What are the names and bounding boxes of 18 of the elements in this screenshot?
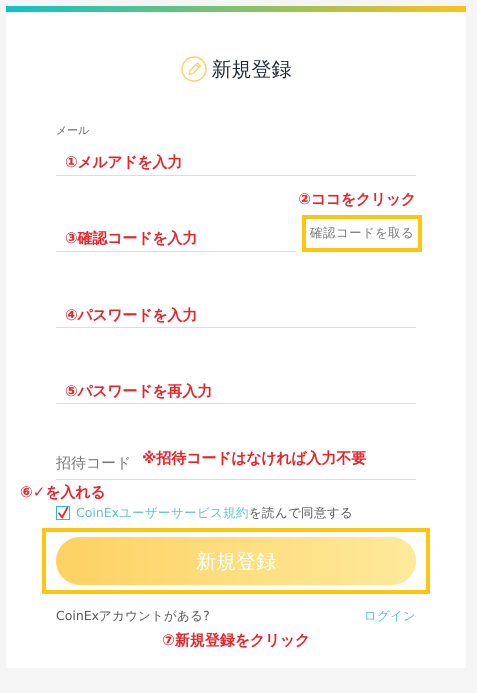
- account-question: CoinExアカウントがある?: [56, 608, 210, 625]
- field-label: メール: [56, 124, 90, 138]
- annotation-text: ⑤パスワードを再入力: [65, 382, 213, 400]
- annotation-text: ⑥✓を入れる: [20, 483, 106, 501]
- annotation-text: ⑦新規登録をクリック: [162, 631, 310, 649]
- pencil-icon: [180, 56, 206, 82]
- annotation-text: ②ココをクリック: [298, 190, 416, 208]
- login-link[interactable]: ログイン: [364, 608, 416, 625]
- page-title: 新規登録: [212, 56, 292, 82]
- annotation-text: ①メルアドを入力: [65, 153, 183, 171]
- get-code-button[interactable]: 確認コードを取る: [302, 215, 422, 252]
- annotation-text: ※招待コードはなければ入力不要: [142, 449, 367, 467]
- annotation-text: ④パスワードを入力: [65, 306, 198, 324]
- agreement-text: CoinExユーザーサービス規約を読んで同意する: [76, 504, 354, 522]
- register-button[interactable]: 新規登録: [56, 537, 416, 585]
- checkbox[interactable]: [56, 506, 70, 520]
- terms-link[interactable]: CoinExユーザーサービス規約: [76, 504, 250, 520]
- annotation-text: ③確認コードを入力: [65, 229, 198, 247]
